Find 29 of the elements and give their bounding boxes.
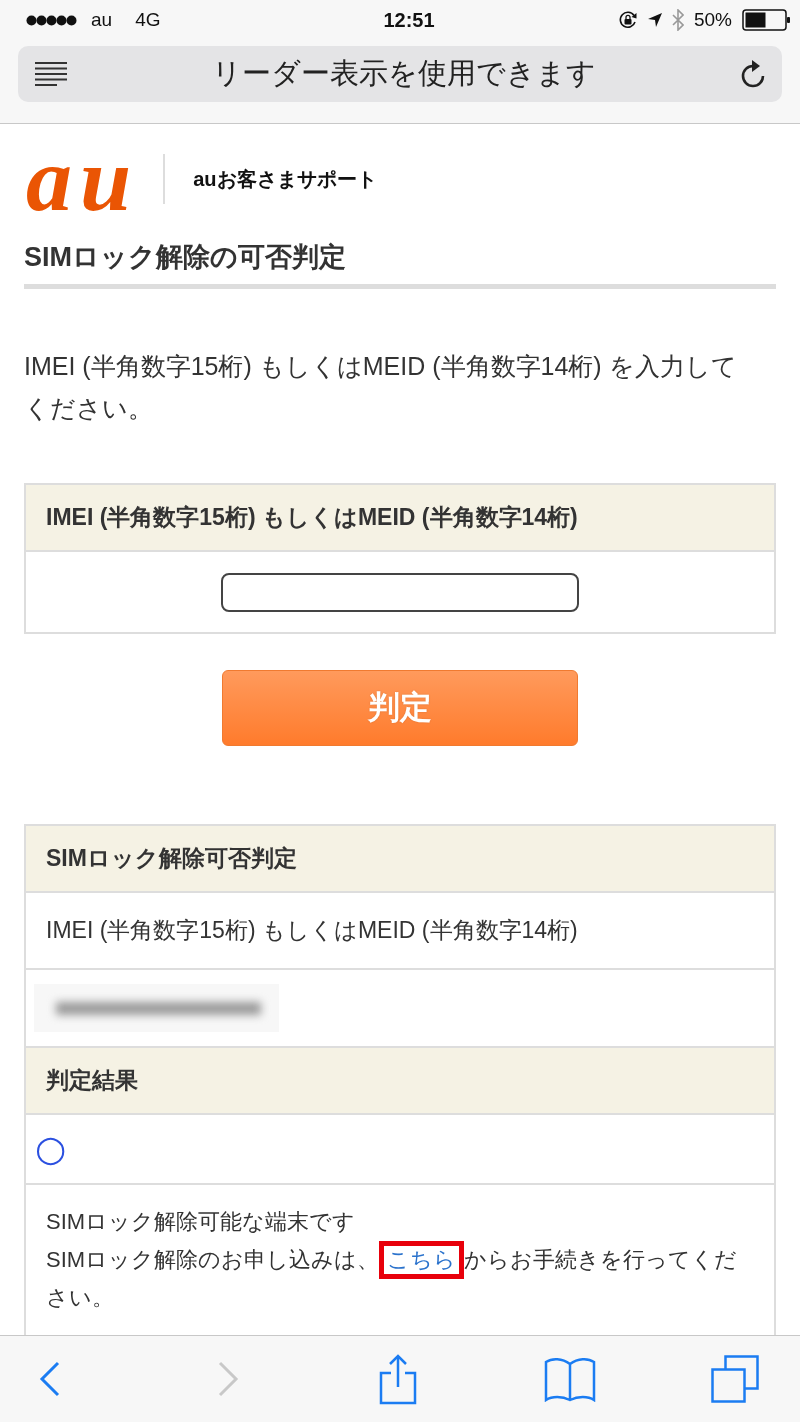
site-name: auお客さまサポート (193, 166, 377, 192)
book-icon[interactable] (544, 1356, 596, 1402)
reload-icon[interactable] (740, 60, 766, 88)
network-text: 4G (135, 9, 161, 31)
share-icon[interactable] (378, 1353, 418, 1405)
table-header-cell: IMEI (半角数字15桁) もしくはMEID (半角数字14桁) (26, 485, 774, 552)
clock-text: 12:51 (383, 8, 435, 32)
bluetooth-icon (671, 9, 684, 31)
tabs-icon[interactable] (711, 1355, 759, 1403)
back-icon[interactable] (39, 1361, 61, 1397)
location-icon (647, 13, 662, 27)
instruction-text: IMEI (半角数字15桁) もしくはMEID (半角数字14桁) を入力してください。 (24, 351, 738, 424)
table-cell: IMEI (半角数字15桁) もしくはMEID (半角数字14桁) (26, 893, 774, 970)
table-header-cell: 判定結果 (26, 1048, 774, 1115)
procedure-text: SIMロック解除のお申し込みは、 こちら からお手続きを行ってください。 (46, 1241, 744, 1317)
address-text[interactable]: リーダー表示を使用できます (67, 54, 740, 94)
application-link[interactable]: こちら (387, 1247, 457, 1272)
imei-input-field[interactable] (221, 572, 579, 612)
result-text: SIMロック解除可能な端末です (46, 1208, 357, 1236)
result-mark: ○ (35, 1131, 67, 1167)
table-header-cell: SIMロック解除可否判定 (26, 826, 774, 893)
signal-icon (26, 14, 77, 26)
au-logo: au (25, 146, 141, 212)
battery-icon (742, 9, 792, 31)
carrier-text: au (91, 9, 113, 31)
battery-percent-text: 50% (693, 9, 732, 31)
orientation-lock-icon (617, 10, 638, 30)
page-title: SIMロック解除の可否判定 (24, 239, 776, 289)
reader-view-icon[interactable] (35, 62, 67, 86)
